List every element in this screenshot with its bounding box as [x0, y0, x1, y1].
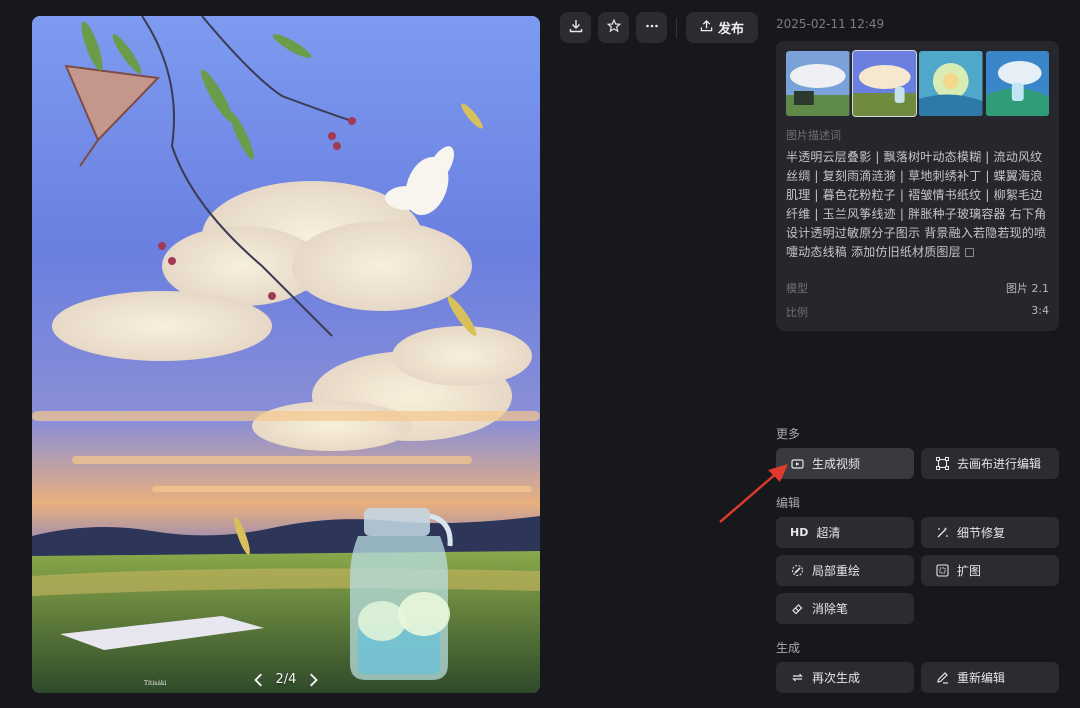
- eraser-button[interactable]: 消除笔: [776, 593, 914, 624]
- eraser-label: 消除笔: [812, 602, 849, 616]
- chevron-right-icon[interactable]: [306, 673, 320, 687]
- publish-label: 发布: [718, 22, 745, 37]
- re-edit-label: 重新编辑: [957, 671, 1006, 685]
- magic-wand-icon: [935, 526, 949, 540]
- detail-fix-button[interactable]: 细节修复: [921, 517, 1059, 548]
- image-toolbar: 发布: [560, 12, 759, 43]
- hd-icon: HD: [790, 526, 809, 539]
- pencil-icon: [935, 671, 949, 685]
- canvas-icon: [935, 457, 949, 471]
- video-icon: [790, 457, 804, 471]
- regenerate-label: 再次生成: [812, 671, 861, 685]
- image-info-card: 图片描述词 半透明云层叠影 | 飘落树叶动态模糊 | 流动风纹丝绸 | 复刻雨滴…: [776, 41, 1059, 331]
- chevron-left-icon[interactable]: [252, 673, 266, 687]
- upscale-button[interactable]: HD 超清: [776, 517, 914, 548]
- painting-illustration: [32, 16, 540, 693]
- thumbnail-1[interactable]: [786, 51, 850, 116]
- star-icon: [606, 18, 621, 37]
- model-row: 模型 图片 2.1: [786, 280, 1049, 296]
- section-edit-title: 编辑: [776, 496, 801, 510]
- more-icon: [645, 18, 659, 37]
- download-icon: [569, 18, 583, 37]
- main-image[interactable]: Títisáki 2/4: [32, 16, 540, 693]
- image-pager: 2/4: [32, 672, 540, 687]
- thumbnail-2[interactable]: [851, 50, 917, 117]
- section-generate-title: 生成: [776, 641, 801, 655]
- thumbnail-3[interactable]: [919, 51, 983, 116]
- outpaint-label: 扩图: [957, 564, 982, 578]
- model-label: 模型: [786, 282, 808, 295]
- thumbnail-4[interactable]: [985, 51, 1049, 116]
- prompt-text: 半透明云层叠影 | 飘落树叶动态模糊 | 流动风纹丝绸 | 复刻雨滴涟漪 | 草…: [786, 150, 1047, 259]
- refresh-icon: [790, 671, 804, 685]
- canvas-edit-button[interactable]: 去画布进行编辑: [921, 448, 1059, 479]
- upscale-label: 超清: [816, 526, 841, 540]
- ratio-label: 比例: [786, 306, 808, 319]
- inpaint-button[interactable]: 局部重绘: [776, 555, 914, 586]
- section-more-title: 更多: [776, 427, 801, 441]
- more-button[interactable]: [636, 12, 667, 43]
- re-edit-button[interactable]: 重新编辑: [921, 662, 1059, 693]
- model-value: 图片 2.1: [1006, 282, 1049, 295]
- description-title: 图片描述词: [786, 129, 841, 142]
- download-button[interactable]: [560, 12, 591, 43]
- created-timestamp: 2025-02-11 12:49: [776, 17, 885, 31]
- generate-video-button[interactable]: 生成视频: [776, 448, 914, 479]
- favorite-button[interactable]: [598, 12, 629, 43]
- publish-button[interactable]: 发布: [686, 12, 759, 43]
- ratio-value: 3:4: [1031, 304, 1049, 317]
- generate-video-label: 生成视频: [812, 457, 861, 471]
- outpaint-button[interactable]: 扩图: [921, 555, 1059, 586]
- prompt-description: 半透明云层叠影 | 飘落树叶动态模糊 | 流动风纹丝绸 | 复刻雨滴涟漪 | 草…: [786, 148, 1049, 262]
- brush-icon: [790, 564, 804, 578]
- thumbnail-strip: [786, 50, 1049, 117]
- expand-icon: [935, 564, 949, 578]
- page-indicator: 2/4: [275, 672, 297, 687]
- detail-fix-label: 细节修复: [957, 526, 1006, 540]
- regenerate-button[interactable]: 再次生成: [776, 662, 914, 693]
- eraser-icon: [790, 602, 804, 616]
- copy-icon[interactable]: [964, 248, 974, 257]
- upload-icon: [700, 19, 713, 36]
- toolbar-divider: [676, 17, 677, 38]
- canvas-edit-label: 去画布进行编辑: [957, 457, 1042, 471]
- ratio-row: 比例 3:4: [786, 304, 1049, 320]
- inpaint-label: 局部重绘: [812, 564, 861, 578]
